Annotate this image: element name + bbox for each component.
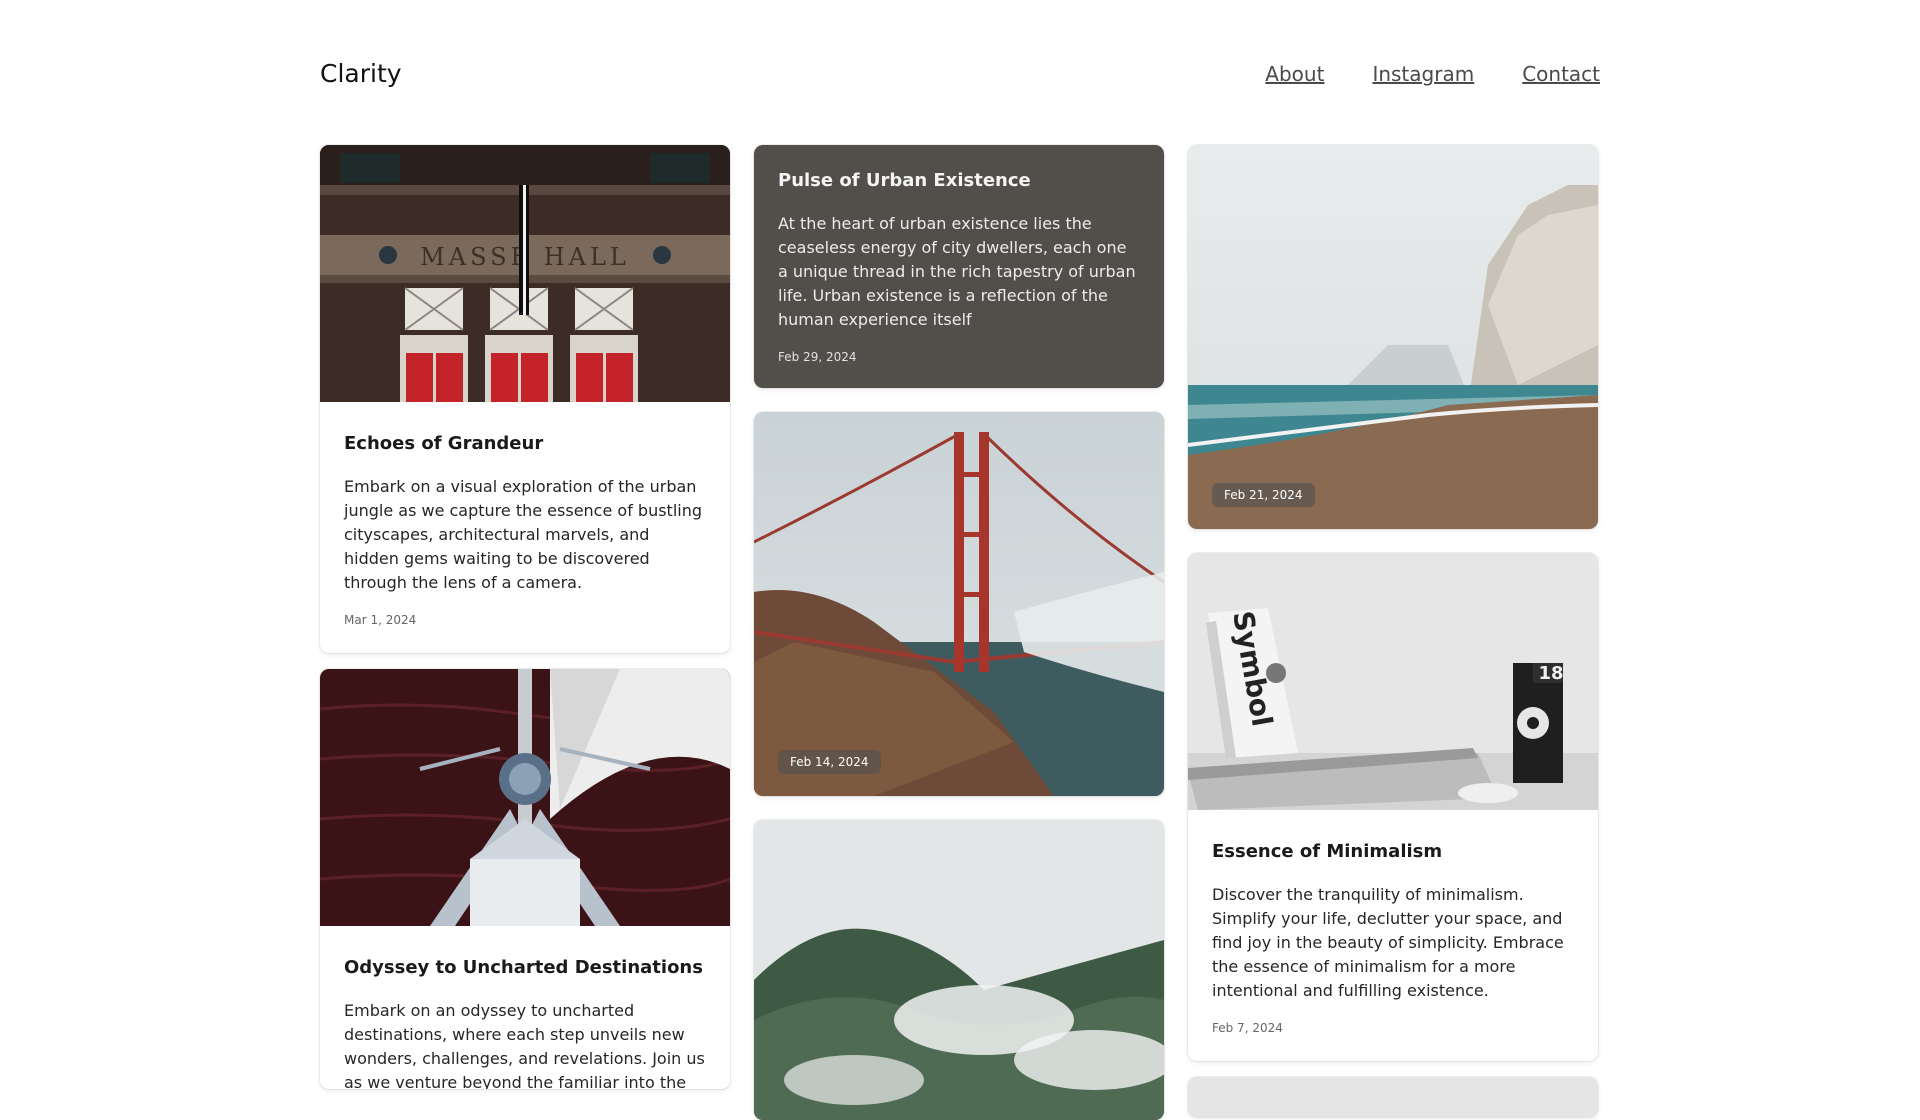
post-card-pulse[interactable]: Pulse of Urban Existence At the heart of… [754, 145, 1164, 388]
nav-link-about[interactable]: About [1265, 56, 1324, 92]
card-title[interactable]: Pulse of Urban Existence [778, 169, 1140, 193]
post-card-bridge[interactable]: Feb 14, 2024 [754, 412, 1164, 796]
card-excerpt: At the heart of urban existence lies the… [778, 214, 1136, 329]
cliffs-photo [1188, 145, 1598, 529]
card-title[interactable]: Echoes of Grandeur [344, 432, 706, 456]
card-excerpt: Discover the tranquility of minimalism. … [1212, 885, 1564, 1000]
post-card-minimalism[interactable]: Symbol 18 Essence of Minimalism Discover… [1188, 553, 1598, 1061]
card-image-mountain [754, 820, 1164, 1120]
post-card-next[interactable] [1188, 1077, 1598, 1117]
site-header: Clarity About Instagram Contact [320, 56, 1600, 96]
card-body: Essence of Minimalism Discover the tranq… [1188, 810, 1598, 1061]
card-image-sailboat [320, 669, 730, 926]
card-title[interactable]: Odyssey to Uncharted Destinations [344, 956, 706, 980]
card-date: Mar 1, 2024 [344, 613, 417, 627]
card-excerpt: Embark on a visual exploration of the ur… [344, 477, 702, 592]
mountain-photo [754, 820, 1164, 1120]
card-image-minimal-desk: Symbol 18 [1188, 553, 1598, 810]
post-card-odyssey[interactable]: Odyssey to Uncharted Destinations Embark… [320, 669, 730, 1089]
post-card-cliffs[interactable]: Feb 21, 2024 [1188, 145, 1598, 529]
card-body: Odyssey to Uncharted Destinations Embark… [320, 926, 730, 1089]
massey-hall-photo: MASSE HALL [320, 145, 730, 402]
date-badge: Feb 21, 2024 [1212, 483, 1315, 507]
card-excerpt: Embark on an odyssey to uncharted destin… [344, 1001, 705, 1089]
card-image-bridge [754, 412, 1164, 796]
card-body: Echoes of Grandeur Embark on a visual ex… [320, 402, 730, 653]
card-image-cliffs [1188, 145, 1598, 529]
post-card-mountain[interactable] [754, 820, 1164, 1120]
card-date: Feb 7, 2024 [1212, 1021, 1283, 1035]
card-date: Feb 29, 2024 [778, 350, 857, 364]
main-nav: About Instagram Contact [1265, 56, 1600, 92]
site-logo[interactable]: Clarity [320, 56, 402, 92]
card-body: Pulse of Urban Existence At the heart of… [754, 145, 1164, 388]
svg-text:18: 18 [1538, 663, 1563, 684]
card-image-massey-hall: MASSE HALL [320, 145, 730, 402]
minimal-desk-photo: Symbol 18 [1188, 553, 1598, 810]
sailboat-photo [320, 669, 730, 926]
nav-link-contact[interactable]: Contact [1522, 56, 1600, 92]
bridge-photo [754, 412, 1164, 796]
post-card-echoes[interactable]: MASSE HALL Echoes of Grandeur Embark on … [320, 145, 730, 653]
nav-link-instagram[interactable]: Instagram [1372, 56, 1474, 92]
card-title[interactable]: Essence of Minimalism [1212, 840, 1574, 864]
date-badge: Feb 14, 2024 [778, 750, 881, 774]
